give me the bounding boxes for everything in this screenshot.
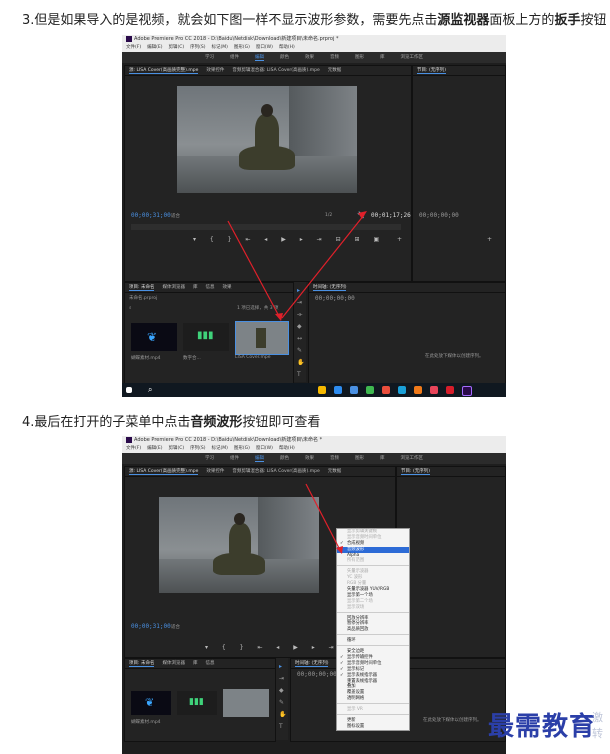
annotation-arrow-2 bbox=[305, 483, 343, 554]
step-3-text-middle: 面板上方的 bbox=[489, 13, 555, 28]
watermark-logo: 最需教育 bbox=[488, 712, 597, 742]
step-3-instruction: 3.但是如果导入的是视频，就会如下图一样不显示波形参数，需要先点击源监视器面板上… bbox=[22, 9, 606, 28]
step-3-bold-source-monitor: 源监视器 bbox=[437, 13, 490, 28]
step-4-bold-audio-waveform: 音频波形 bbox=[190, 415, 243, 430]
arrow-line-2 bbox=[281, 214, 365, 319]
premiere-screenshot-2: Adobe Premiere Pro CC 2018 - D:\Baidu\Ne… bbox=[122, 436, 506, 754]
arrow-line-1 bbox=[227, 220, 281, 319]
step-3-text-suffix: 按钮 bbox=[580, 13, 607, 28]
annotation-arrows bbox=[227, 211, 367, 321]
arrow-head-3 bbox=[336, 546, 343, 554]
step-4-instruction: 4.最后在打开的子菜单中点击音频波形按钮即可查看 bbox=[22, 411, 320, 430]
step-4-text-suffix: 按钮即可查看 bbox=[242, 415, 321, 430]
step-4-text: 4.最后在打开的子菜单中点击 bbox=[22, 415, 191, 430]
premiere-screenshot-1: Adobe Premiere Pro CC 2018 - D:\Baidu\Ne… bbox=[122, 35, 506, 397]
watermark-side-1: 激 bbox=[592, 711, 603, 724]
watermark-side: 激转 bbox=[592, 710, 603, 742]
watermark-side-2: 转 bbox=[592, 727, 603, 740]
arrow-head-1 bbox=[275, 313, 283, 321]
step-3-bold-wrench: 扳手 bbox=[554, 13, 581, 28]
step-3-text: 3.但是如果导入的是视频，就会如下图一样不显示波形参数，需要先点击 bbox=[22, 13, 438, 28]
arrow-head-2 bbox=[358, 211, 367, 219]
arrow-line-3 bbox=[305, 483, 341, 551]
